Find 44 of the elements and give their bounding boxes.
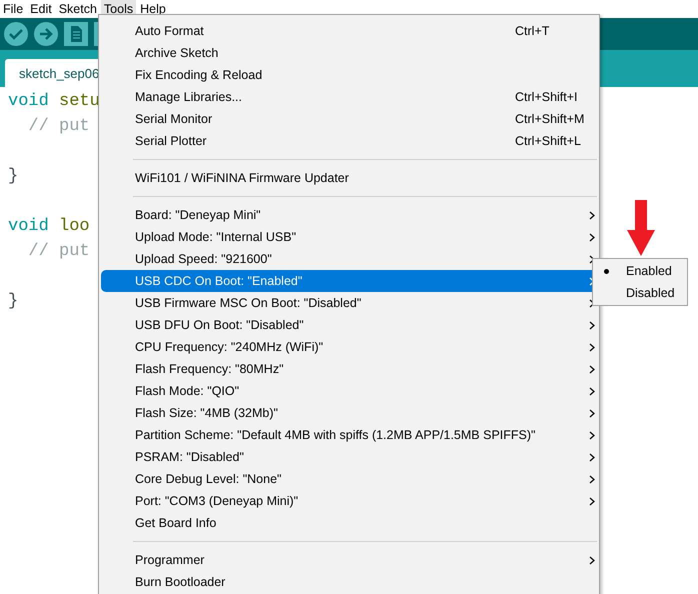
menu-item[interactable]: Partition Scheme: "Default 4MB with spiffs (1.2MB APP/1.5MB SPIFFS)" xyxy=(101,424,597,446)
menu-item[interactable]: Upload Mode: "Internal USB" xyxy=(101,226,597,248)
code-line: } xyxy=(8,166,18,188)
menu-item[interactable]: Board: "Deneyap Mini" xyxy=(101,204,597,226)
menu-item[interactable]: CPU Frequency: "240MHz (WiFi)" xyxy=(101,336,597,358)
chevron-icon xyxy=(589,497,595,506)
code-line: // put xyxy=(27,116,90,138)
menu-item[interactable]: Help xyxy=(137,0,169,18)
document-icon[interactable] xyxy=(63,21,89,47)
menu-item[interactable]: Flash Frequency: "80MHz" xyxy=(101,358,597,380)
menu-item[interactable]: Auto Format Ctrl+T xyxy=(101,20,597,42)
chevron-icon xyxy=(589,233,595,242)
menu-item[interactable]: Programmer xyxy=(101,549,597,571)
menu-item[interactable]: Serial Monitor Ctrl+Shift+M xyxy=(101,108,597,130)
chevron-icon xyxy=(589,365,595,374)
menu-item[interactable]: Serial Plotter Ctrl+Shift+L xyxy=(101,130,597,152)
menu-item[interactable]: Flash Mode: "QIO" xyxy=(101,380,597,402)
menu-item[interactable]: Port: "COM3 (Deneyap Mini)" xyxy=(101,490,597,512)
menu-item[interactable]: Flash Size: "4MB (32Mb)" xyxy=(101,402,597,424)
menu-item[interactable]: Edit xyxy=(27,0,55,18)
chevron-icon xyxy=(589,431,595,440)
menu-item[interactable]: PSRAM: "Disabled" xyxy=(101,446,597,468)
chevron-icon xyxy=(589,343,595,352)
code-line: void loo xyxy=(8,216,90,238)
menu-item[interactable]: USB DFU On Boot: "Disabled" xyxy=(101,314,597,336)
chevron-icon xyxy=(589,387,595,396)
check-icon[interactable] xyxy=(3,21,29,47)
chevron-icon xyxy=(589,409,595,418)
chevron-icon xyxy=(589,556,595,565)
menu-item[interactable]: Burn Bootloader xyxy=(101,571,597,593)
menu-item[interactable]: Get Board Info xyxy=(101,512,597,534)
code-line: void setu xyxy=(8,91,100,113)
menu-item[interactable]: Manage Libraries... Ctrl+Shift+I xyxy=(101,86,597,108)
code-line: } xyxy=(8,291,18,313)
chevron-icon xyxy=(589,321,595,330)
chevron-icon xyxy=(589,211,595,220)
menu-item[interactable]: Sketch xyxy=(56,0,100,18)
chevron-icon xyxy=(589,475,595,484)
menu-item[interactable]: Core Debug Level: "None" xyxy=(101,468,597,490)
code-line: // put xyxy=(27,241,90,263)
chevron-icon xyxy=(589,453,595,462)
menu-item[interactable]: File xyxy=(0,0,26,18)
menu-item[interactable]: WiFi101 / WiFiNINA Firmware Updater xyxy=(101,167,597,189)
down-arrow xyxy=(626,200,656,256)
